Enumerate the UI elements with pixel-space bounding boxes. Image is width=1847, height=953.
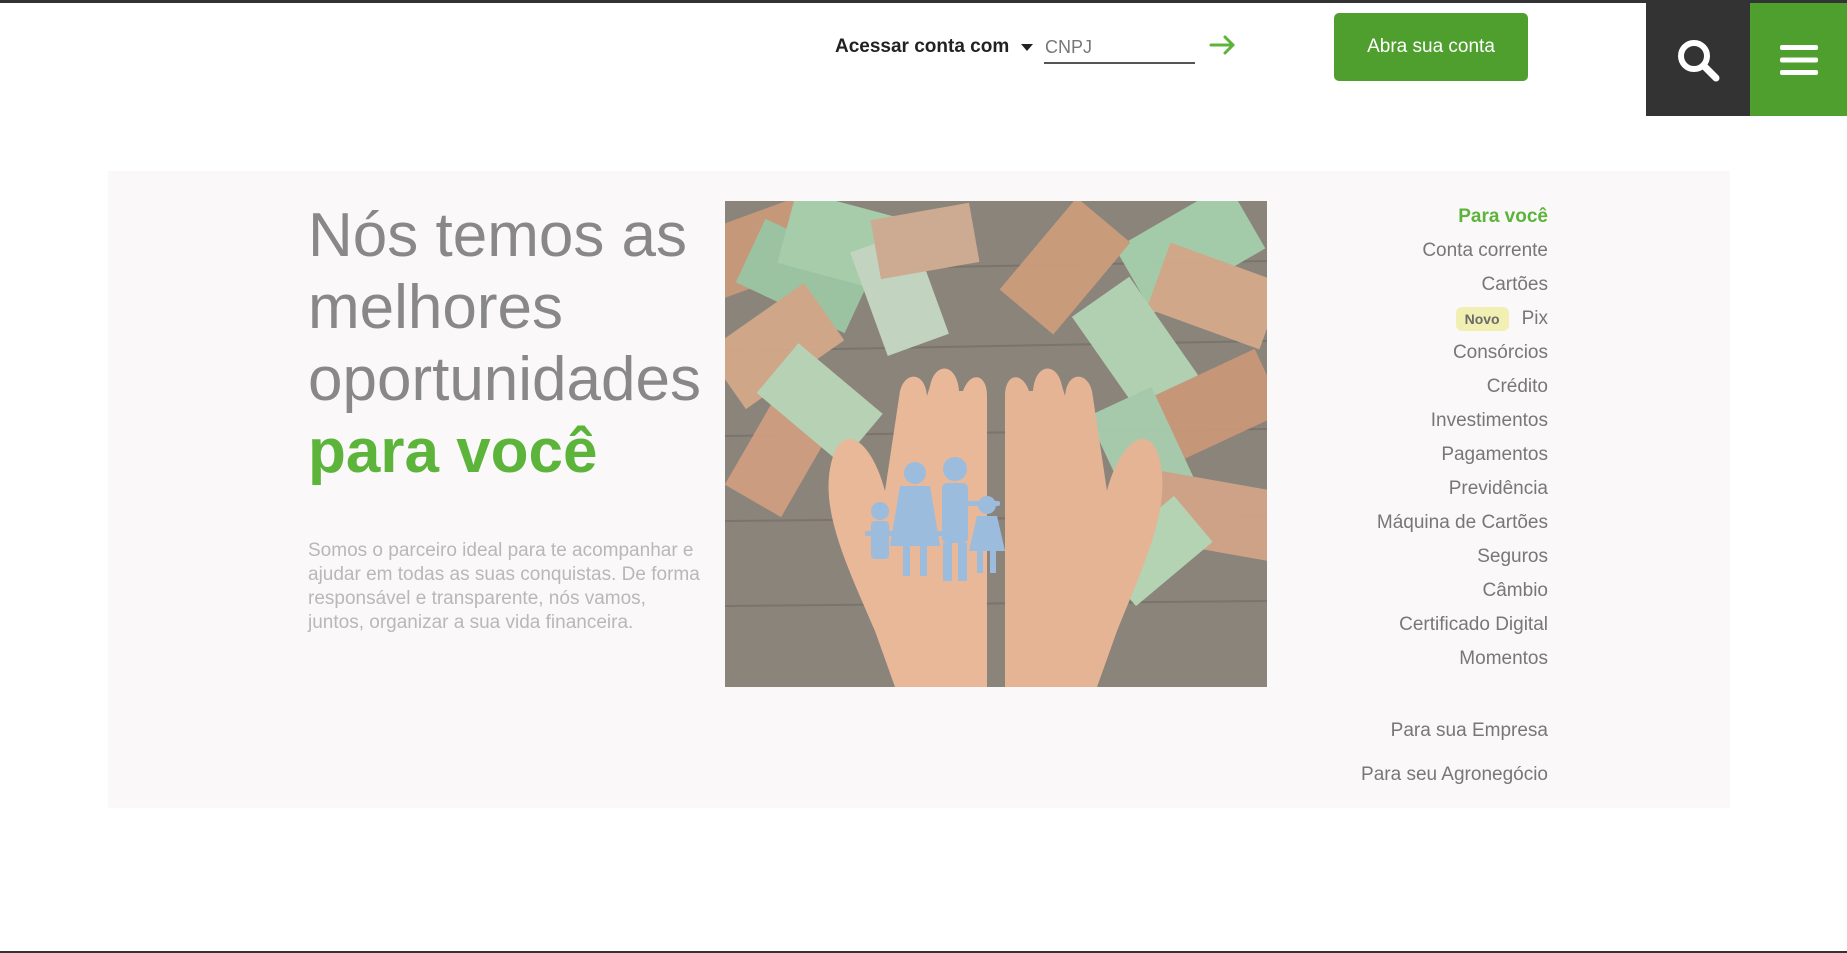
nav-item-maquina-de-cartoes[interactable]: Máquina de Cartões — [1377, 506, 1548, 540]
new-badge: Novo — [1455, 307, 1509, 331]
menu-button[interactable] — [1750, 3, 1847, 116]
hero-image — [725, 201, 1267, 687]
headline-accent: para você — [308, 417, 598, 486]
headline-line-2: melhores — [308, 273, 563, 342]
headline-line-1: Nós temos as — [308, 201, 688, 270]
top-border — [0, 0, 1847, 3]
nav-item-para-voce[interactable]: Para você — [1377, 200, 1548, 234]
nav-item-label: Pagamentos — [1441, 444, 1548, 465]
nav-item-label: Crédito — [1486, 376, 1548, 397]
nav-item-label: Pix — [1521, 308, 1548, 329]
nav-item-conta-corrente[interactable]: Conta corrente — [1377, 234, 1548, 268]
nav-item-investimentos[interactable]: Investimentos — [1377, 404, 1548, 438]
nav-item-label: Máquina de Cartões — [1376, 512, 1548, 533]
access-account-text: Acessar conta com — [835, 36, 1010, 57]
hero-description: Somos o parceiro ideal para te acompanha… — [308, 540, 700, 633]
nav-item-label: Consórcios — [1452, 342, 1548, 363]
nav-item-label: Certificado Digital — [1399, 614, 1548, 635]
arrow-right-icon[interactable] — [1208, 30, 1238, 60]
access-account-dropdown[interactable]: Acessar conta com — [835, 30, 1034, 64]
nav-item-cartoes[interactable]: Cartões — [1377, 268, 1548, 302]
nav-item-pix[interactable]: Novo Pix — [1377, 302, 1548, 336]
search-icon — [1678, 39, 1720, 81]
nav-item-momentos[interactable]: Momentos — [1377, 642, 1548, 676]
nav-item-label: Cartões — [1481, 274, 1548, 295]
nav-item-label: Conta corrente — [1422, 240, 1548, 261]
nav-item-pagamentos[interactable]: Pagamentos — [1377, 438, 1548, 472]
hamburger-menu-icon — [1779, 44, 1818, 75]
nav-item-para-sua-empresa[interactable]: Para sua Empresa — [1391, 720, 1548, 742]
open-account-button[interactable]: Abra sua conta — [1334, 13, 1528, 81]
headline-line-3: oportunidades — [308, 345, 701, 414]
nav-item-certificado-digital[interactable]: Certificado Digital — [1377, 608, 1548, 642]
nav-item-label: Para você — [1458, 206, 1548, 227]
nav-item-label: Seguros — [1477, 546, 1548, 567]
search-button[interactable] — [1646, 3, 1750, 116]
nav-item-cambio[interactable]: Câmbio — [1377, 574, 1548, 608]
nav-item-para-seu-agronegocio[interactable]: Para seu Agronegócio — [1361, 764, 1548, 786]
nav-item-seguros[interactable]: Seguros — [1377, 540, 1548, 574]
category-nav: Para você Conta corrente Cartões Novo Pi… — [1377, 200, 1548, 676]
nav-item-previdencia[interactable]: Previdência — [1377, 472, 1548, 506]
access-account-label[interactable]: Acessar conta com — [835, 36, 1034, 58]
cnpj-input[interactable] — [1044, 32, 1195, 64]
nav-item-consorcios[interactable]: Consórcios — [1377, 336, 1548, 370]
nav-item-label: Momentos — [1459, 648, 1548, 669]
nav-item-credito[interactable]: Crédito — [1377, 370, 1548, 404]
nav-item-label: Investimentos — [1430, 410, 1548, 431]
hero-headline: Nós temos as melhores oportunidades para… — [308, 200, 728, 488]
caret-down-icon — [1021, 43, 1034, 51]
nav-item-label: Previdência — [1448, 478, 1548, 499]
nav-item-label: Câmbio — [1482, 580, 1548, 601]
